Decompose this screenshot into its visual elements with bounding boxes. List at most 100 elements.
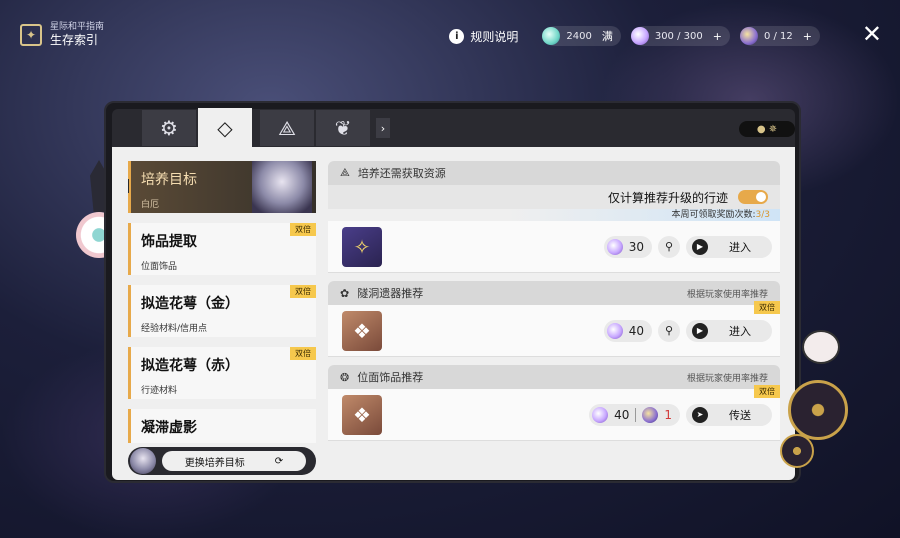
flower-medallion-icon (788, 380, 848, 440)
section-title: 位面饰品推荐 (357, 371, 424, 384)
cost-pill: 40 (603, 319, 652, 342)
add-icon[interactable]: + (803, 30, 812, 43)
character-portrait (252, 161, 312, 213)
immersifier-icon (642, 406, 659, 423)
tab-daily-training[interactable]: ⚙ (142, 110, 196, 146)
brand: ✦ 星际和平指南 生存索引 (20, 22, 104, 48)
resource-bar: i 规则说明 2400 满 300 / 300 + 0 / 12 + (449, 26, 820, 46)
tab-icon: ⟁ (278, 116, 296, 140)
section-header-cavern-relics: ✿ 隧洞遗器推荐 根据玩家使用率推荐 (328, 281, 780, 305)
double-badge: 双倍 (290, 223, 316, 236)
double-badge: 双倍 (290, 285, 316, 298)
tab-treasures[interactable]: ⟁ (260, 110, 314, 146)
mascot-ornament (802, 330, 840, 364)
pin-icon: ⚲ (128, 179, 129, 193)
rules-button[interactable]: i 规则说明 (449, 28, 518, 45)
row-actions: 40 ⚲ ▶ 进入 (603, 319, 772, 342)
cost-pill: 40 1 (589, 403, 680, 426)
tab-strategic-training[interactable]: ❦ (316, 110, 370, 146)
refresh-icon: ⟳ (274, 455, 284, 467)
category-list[interactable]: ⚲ 培养目标 白厄 双倍 饰品提取 位面饰品 双倍 拟造花萼（金） 经验材料/信… (128, 161, 318, 443)
section-header-required-resources: ⟁ 培养还需获取资源 (328, 161, 780, 185)
list-item-calyx-crimson[interactable]: 双倍 拟造花萼（赤） 行迹材料 (128, 347, 316, 399)
double-badge: 双倍 (754, 301, 780, 314)
list-item-calyx-golden[interactable]: 双倍 拟造花萼（金） 经验材料/信用点 (128, 285, 316, 337)
reserved-power-icon (630, 27, 649, 45)
tab-survival-index[interactable]: ◇ (198, 108, 252, 148)
play-arrow-icon: ▶ (692, 322, 708, 339)
list-item-subtitle: 位面饰品 (141, 262, 178, 272)
toggle-row: 仅计算推荐升级的行迹 (328, 185, 780, 209)
trailblaze-power-icon (542, 27, 561, 45)
resource-row: ✧ 30 ⚲ ▶ 进入 (328, 221, 780, 273)
resource-reserved-power[interactable]: 300 / 300 + (630, 26, 730, 46)
section-hint: 根据玩家使用率推荐 (686, 289, 768, 300)
trailblaze-power-icon (606, 322, 623, 339)
row-actions: 30 ⚲ ▶ 进入 (603, 235, 772, 258)
material-icon[interactable]: ✧ (342, 226, 382, 267)
location-pin-icon[interactable]: ⚲ (658, 319, 680, 342)
enter-button[interactable]: ▶ 进入 (686, 235, 772, 258)
tab-icon: ◇ (217, 116, 233, 140)
next-tab-arrow-icon[interactable]: › (376, 118, 390, 138)
double-badge: 双倍 (754, 385, 780, 398)
list-item-subtitle: 经验材料/信用点 (141, 324, 208, 334)
teleport-label: 传送 (729, 408, 751, 422)
list-item-training-target[interactable]: ⚲ 培养目标 白厄 (128, 161, 316, 213)
resource-value: 0 / 12 (763, 30, 793, 42)
recommended-traces-toggle[interactable] (738, 190, 768, 204)
change-target-bar: 更换培养目标 ⟳ (128, 447, 316, 475)
list-item-title: 拟造花萼（金） (141, 296, 239, 312)
cost-value: 30 (628, 239, 644, 254)
relic-icon[interactable]: ❖ (342, 310, 382, 351)
enter-label: 进入 (729, 240, 751, 254)
resource-value: 2400 (566, 30, 592, 42)
list-item-title: 拟造花萼（赤） (141, 358, 239, 374)
info-icon: i (449, 28, 465, 44)
page-title: 生存索引 (50, 33, 99, 47)
list-item-title: 凝滞虚影 (141, 420, 197, 436)
change-target-label: 更换培养目标 (184, 457, 245, 469)
location-pin-icon[interactable]: ⚲ (658, 235, 680, 258)
double-badge: 双倍 (290, 347, 316, 360)
tab-icon: ❦ (334, 116, 352, 140)
ornament-icon[interactable]: ❖ (342, 394, 382, 435)
content-area: ⚲ 培养目标 白厄 双倍 饰品提取 位面饰品 双倍 拟造花萼（金） 经验材料/信… (112, 147, 795, 480)
fuel-icon (739, 27, 758, 45)
teleport-button[interactable]: ➤ 传送 (686, 403, 772, 426)
emblem-icon: ● ✵ (739, 121, 795, 137)
change-target-button[interactable]: 更换培养目标 ⟳ (162, 451, 306, 471)
list-item-ornament-extraction[interactable]: 双倍 饰品提取 位面饰品 (128, 223, 316, 275)
resource-full-label: 满 (601, 30, 613, 43)
tab-icon: ⚙ (160, 116, 178, 140)
tab-bar: ⚙ ◇ ⟁ ❦ › ● ✵ (112, 108, 795, 148)
extra-cost-value: 1 (664, 407, 672, 422)
section-title: 隧洞遗器推荐 (357, 287, 424, 300)
survival-index-icon: ✦ (20, 24, 42, 46)
trailblaze-power-icon (592, 406, 609, 423)
flower-medallion-small-icon (780, 434, 814, 468)
enter-label: 进入 (729, 324, 751, 338)
resource-trailblaze-power[interactable]: 2400 满 (542, 26, 621, 46)
enter-button[interactable]: ▶ 进入 (686, 319, 772, 342)
trailblaze-power-icon (606, 238, 623, 255)
weekly-reward-count: 本周可领取奖励次数:3/3 (328, 209, 780, 221)
cost-value: 40 (614, 407, 630, 422)
list-item-title: 饰品提取 (141, 234, 197, 250)
triangle-emblem-icon: ⟁ (340, 166, 350, 179)
resource-value: 300 / 300 (654, 30, 703, 42)
avatar (130, 448, 156, 474)
resource-row: 双倍 ❖ 40 1 ➤ 传送 (328, 385, 780, 441)
row-actions: 40 1 ➤ 传送 (589, 403, 772, 426)
flower-ornament-right (780, 330, 860, 470)
resource-fuel[interactable]: 0 / 12 + (739, 26, 820, 46)
brand-subtitle: 星际和平指南 (50, 22, 105, 32)
resource-panel[interactable]: ⟁ 培养还需获取资源 仅计算推荐升级的行迹 本周可领取奖励次数:3/3 ✧ 30 (328, 161, 780, 480)
list-item-stagnant-shadow[interactable]: 凝滞虚影 (128, 409, 316, 443)
close-icon[interactable]: ✕ (862, 22, 882, 46)
cost-value: 40 (628, 323, 644, 338)
diamond-emblem-icon: ❂ (340, 370, 350, 384)
add-icon[interactable]: + (713, 30, 722, 43)
rules-label: 规则说明 (470, 29, 519, 44)
section-header-planar-ornaments: ❂ 位面饰品推荐 根据玩家使用率推荐 (328, 365, 780, 389)
